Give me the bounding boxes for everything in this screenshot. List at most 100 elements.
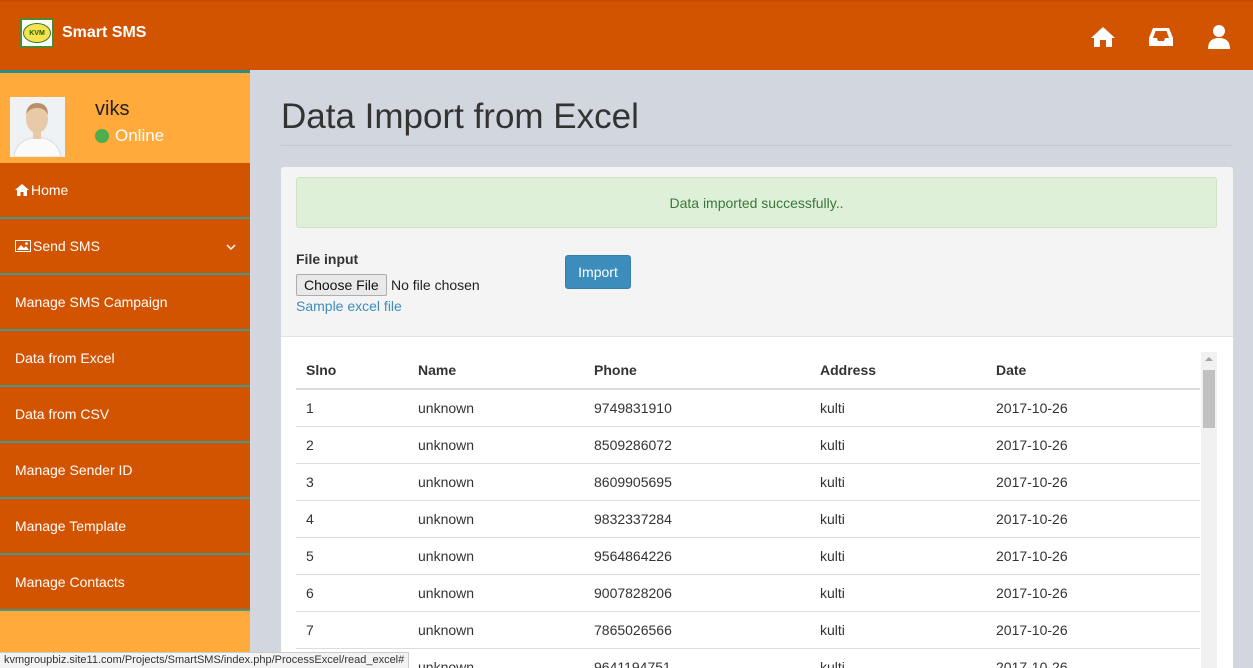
sidebar: viks Online Home Send SMS Manage SMS Cam…: [0, 70, 250, 668]
table-row: 4 unknown 9832337284 kulti 2017-10-26: [296, 499, 1200, 537]
table-row: 5 unknown 9564864226 kulti 2017-10-26: [296, 536, 1200, 574]
sidebar-item-manage-sms-campaign[interactable]: Manage SMS Campaign: [0, 275, 250, 331]
cell-date: 2017-10-26: [986, 388, 1200, 426]
cell-address: kulti: [810, 425, 986, 463]
import-card: Data imported successfully.. File input …: [281, 167, 1233, 668]
user-icon[interactable]: [1205, 24, 1233, 50]
cell-address: kulti: [810, 610, 986, 648]
cell-date: 2017-10-26: [986, 573, 1200, 611]
image-icon: [15, 240, 31, 252]
cell-date: 2017-10-26: [986, 499, 1200, 537]
table-row: 6 unknown 9007828206 kulti 2017-10-26: [296, 573, 1200, 611]
cell-address: kulti: [810, 499, 986, 537]
choose-file-button[interactable]: Choose File: [296, 274, 387, 296]
brand-logo: KVM: [20, 18, 54, 48]
cell-slno: 5: [296, 536, 408, 574]
cell-phone: 9641194751: [584, 647, 810, 668]
cell-name: unknown: [408, 647, 584, 668]
table-row: 8 unknown 9641194751 kulti 2017-10-26: [296, 647, 1200, 668]
column-header-date: Date: [986, 352, 1200, 390]
cell-phone: 7865026566: [584, 610, 810, 648]
sidebar-item-label: Manage Contacts: [15, 574, 125, 590]
table-row: 3 unknown 8609905695 kulti 2017-10-26: [296, 462, 1200, 500]
sample-excel-link[interactable]: Sample excel file: [296, 298, 402, 314]
cell-date: 2017-10-26: [986, 462, 1200, 500]
status-online-icon: [95, 129, 109, 143]
brand[interactable]: KVM Smart SMS: [20, 18, 146, 48]
cell-date: 2017-10-26: [986, 647, 1200, 668]
sidebar-item-label: Home: [31, 182, 69, 198]
user-panel: viks Online: [0, 70, 250, 163]
cell-slno: 7: [296, 610, 408, 648]
cell-address: kulti: [810, 536, 986, 574]
cell-phone: 9564864226: [584, 536, 810, 574]
home-icon: [15, 184, 29, 196]
cell-name: unknown: [408, 573, 584, 611]
top-navbar: KVM Smart SMS: [0, 0, 1253, 70]
sidebar-item-data-from-excel[interactable]: Data from Excel: [0, 331, 250, 387]
sidebar-item-data-from-csv[interactable]: Data from CSV: [0, 387, 250, 443]
avatar: [10, 97, 65, 157]
brand-logo-text: KVM: [23, 23, 51, 43]
home-icon[interactable]: [1089, 24, 1117, 50]
scroll-up-arrow-icon[interactable]: [1201, 352, 1217, 366]
cell-address: kulti: [810, 462, 986, 500]
table-header-row: Slno Name Phone Address Date: [296, 352, 1200, 390]
sidebar-item-manage-sender-id[interactable]: Manage Sender ID: [0, 443, 250, 499]
cell-phone: 9832337284: [584, 499, 810, 537]
cell-phone: 8609905695: [584, 462, 810, 500]
cell-name: unknown: [408, 462, 584, 500]
cell-phone: 9749831910: [584, 388, 810, 426]
sidebar-item-label: Manage Template: [15, 518, 127, 534]
column-header-slno: Slno: [296, 352, 408, 390]
sidebar-item-label: Data from Excel: [15, 350, 115, 366]
sidebar-item-label: Data from CSV: [15, 406, 110, 422]
cell-name: unknown: [408, 499, 584, 537]
sidebar-item-label: Send SMS: [33, 238, 100, 254]
table-row: 7 unknown 7865026566 kulti 2017-10-26: [296, 610, 1200, 648]
title-divider: [281, 145, 1233, 146]
sidebar-item-manage-contacts[interactable]: Manage Contacts: [0, 555, 250, 611]
sidebar-item-label: Manage Sender ID: [15, 462, 133, 478]
sidebar-item-manage-template[interactable]: Manage Template: [0, 499, 250, 555]
success-alert: Data imported successfully..: [296, 177, 1217, 228]
table-scroll-container[interactable]: Slno Name Phone Address Date 1 unknown 9…: [296, 352, 1200, 668]
column-header-address: Address: [810, 352, 986, 390]
import-button[interactable]: Import: [565, 255, 631, 289]
table-scrollbar[interactable]: [1201, 352, 1217, 668]
data-table: Slno Name Phone Address Date 1 unknown 9…: [296, 352, 1200, 668]
cell-slno: 4: [296, 499, 408, 537]
top-icons: [1089, 24, 1233, 50]
cell-phone: 9007828206: [584, 573, 810, 611]
cell-name: unknown: [408, 536, 584, 574]
inbox-icon[interactable]: [1147, 24, 1175, 50]
column-header-phone: Phone: [584, 352, 810, 390]
sidebar-item-send-sms[interactable]: Send SMS: [0, 219, 250, 275]
cell-slno: 6: [296, 573, 408, 611]
cell-date: 2017-10-26: [986, 536, 1200, 574]
success-alert-message: Data imported successfully..: [669, 194, 844, 211]
cell-date: 2017-10-26: [986, 610, 1200, 648]
cell-date: 2017-10-26: [986, 425, 1200, 463]
sidebar-item-label: Manage SMS Campaign: [15, 294, 168, 310]
cell-address: kulti: [810, 388, 986, 426]
cell-slno: 3: [296, 462, 408, 500]
cell-address: kulti: [810, 573, 986, 611]
cell-address: kulti: [810, 647, 986, 668]
cell-slno: 1: [296, 388, 408, 426]
cell-name: unknown: [408, 425, 584, 463]
scrollbar-thumb[interactable]: [1203, 370, 1215, 428]
user-name: viks: [95, 98, 130, 120]
table-area: Slno Name Phone Address Date 1 unknown 9…: [281, 337, 1233, 668]
file-input-label: File input: [296, 251, 359, 267]
user-status-label: Online: [115, 126, 165, 145]
chevron-down-icon: [226, 238, 236, 254]
cell-slno: 2: [296, 425, 408, 463]
browser-status-bar: kvmgroupbiz.site11.com/Projects/SmartSMS…: [0, 652, 410, 668]
table-row: 1 unknown 9749831910 kulti 2017-10-26: [296, 388, 1200, 426]
sidebar-item-home[interactable]: Home: [0, 163, 250, 219]
column-header-name: Name: [408, 352, 584, 390]
brand-name: Smart SMS: [62, 24, 147, 41]
file-status: No file chosen: [391, 277, 480, 293]
table-row: 2 unknown 8509286072 kulti 2017-10-26: [296, 425, 1200, 463]
